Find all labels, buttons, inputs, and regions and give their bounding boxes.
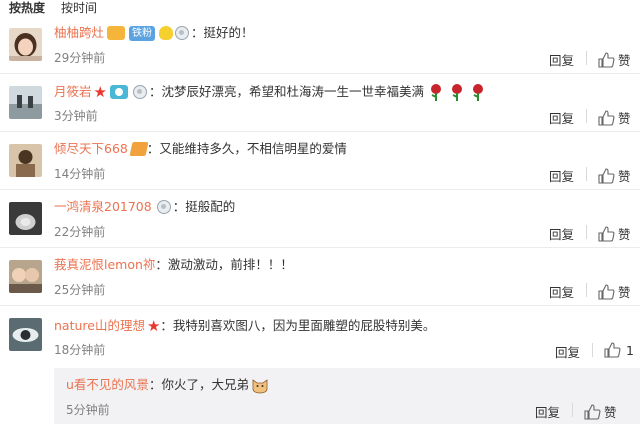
tab-time[interactable]: 按时间 bbox=[61, 2, 97, 14]
avatar[interactable] bbox=[9, 28, 42, 61]
cat-emoji-icon bbox=[251, 376, 269, 394]
medal-icon bbox=[156, 200, 171, 214]
thumbs-up-icon bbox=[584, 403, 601, 420]
comment-item: 倾尽天下668 ：又能维持多久，不相信明星的爱情 14分钟前 回复 赞 bbox=[0, 132, 640, 190]
divider bbox=[586, 225, 587, 239]
comment-text: ：激动激动，前排！！！ bbox=[155, 257, 293, 272]
like-button[interactable]: 赞 bbox=[584, 402, 617, 421]
comment-username[interactable]: 月筱岩 bbox=[54, 84, 92, 100]
rose-emoji-icon bbox=[448, 83, 466, 101]
avatar[interactable] bbox=[9, 86, 42, 119]
rose-emoji-icon bbox=[427, 83, 445, 101]
comment-time: 25分钟前 bbox=[54, 283, 106, 297]
reply-button[interactable]: 回复 bbox=[549, 282, 574, 301]
tab-hot[interactable]: 按热度 bbox=[9, 2, 45, 14]
comment-username[interactable]: 柚柚跨灶 bbox=[54, 25, 104, 41]
subreply-time: 5分钟前 bbox=[66, 403, 110, 417]
like-label: 赞 bbox=[604, 405, 617, 420]
divider bbox=[592, 343, 593, 357]
comment-username[interactable]: 莪真泥恨lemon祢 bbox=[54, 257, 155, 273]
like-button[interactable]: 赞 bbox=[598, 166, 631, 185]
thumbs-up-icon bbox=[598, 225, 615, 242]
star-badge-icon: ★ bbox=[93, 83, 107, 101]
divider bbox=[586, 283, 587, 297]
sort-tabs: 按热度 按时间 bbox=[0, 0, 640, 16]
comment-username[interactable]: 一鸿清泉201708 bbox=[54, 199, 152, 215]
reply-button[interactable]: 回复 bbox=[549, 108, 574, 127]
comment-time: 29分钟前 bbox=[54, 51, 106, 65]
duck-icon bbox=[159, 26, 174, 40]
like-button[interactable]: 赞 bbox=[598, 108, 631, 127]
comment-item: 月筱岩 ★ ：沈梦辰好漂亮，希望和杜海涛一生一世幸福美满 3分钟前 回复 赞 bbox=[0, 74, 640, 132]
like-label: 赞 bbox=[618, 169, 631, 184]
divider bbox=[572, 403, 573, 417]
crown-badge-icon bbox=[107, 26, 126, 40]
divider bbox=[586, 109, 587, 123]
avatar[interactable] bbox=[9, 260, 42, 293]
camera-badge-icon bbox=[109, 85, 128, 99]
flag-badge-icon bbox=[129, 142, 149, 156]
comment-item: 一鸿清泉201708 ：挺般配的 22分钟前 回复 赞 bbox=[0, 190, 640, 248]
reply-button[interactable]: 回复 bbox=[549, 166, 574, 185]
subreply-username[interactable]: u看不见的风景 bbox=[66, 377, 149, 393]
like-button[interactable]: 赞 bbox=[598, 224, 631, 243]
comment-text: ：挺好的！ bbox=[191, 25, 254, 40]
reply-button[interactable]: 回复 bbox=[549, 50, 574, 69]
like-button[interactable]: 赞 bbox=[598, 50, 631, 69]
comment-item: 柚柚跨灶 铁粉 ：挺好的！ 29分钟前 回复 赞 bbox=[0, 16, 640, 74]
reply-button[interactable]: 回复 bbox=[555, 342, 580, 361]
star-badge-icon: ★ bbox=[146, 317, 161, 335]
tiefen-badge: 铁粉 bbox=[129, 25, 156, 41]
subreply-text: ：你火了，大兄弟 bbox=[148, 377, 249, 392]
reply-button[interactable]: 回复 bbox=[535, 402, 560, 421]
like-label: 赞 bbox=[618, 111, 631, 126]
thumbs-up-icon bbox=[598, 51, 615, 68]
comment-text: ：又能维持多久，不相信明星的爱情 bbox=[146, 141, 347, 156]
sub-reply: u看不见的风景 ：你火了，大兄弟 5分钟前 回复 赞 bbox=[54, 368, 640, 424]
reply-button[interactable]: 回复 bbox=[549, 224, 574, 243]
thumbs-up-icon bbox=[598, 167, 615, 184]
thumbs-up-icon bbox=[598, 109, 615, 126]
comment-time: 22分钟前 bbox=[54, 225, 106, 239]
avatar[interactable] bbox=[9, 318, 42, 351]
avatar[interactable] bbox=[9, 202, 42, 235]
like-label: 赞 bbox=[618, 227, 631, 242]
medal-icon bbox=[132, 85, 147, 99]
avatar[interactable] bbox=[9, 144, 42, 177]
comment-text: ：挺般配的 bbox=[172, 199, 236, 214]
comment-username[interactable]: 倾尽天下668 bbox=[54, 141, 128, 157]
comment-time: 18分钟前 bbox=[54, 343, 106, 357]
comment-time: 3分钟前 bbox=[54, 109, 98, 123]
comment-item: 莪真泥恨lemon祢 ：激动激动，前排！！！ 25分钟前 回复 赞 bbox=[0, 248, 640, 306]
like-button[interactable]: 1 bbox=[604, 342, 634, 358]
like-count: 1 bbox=[626, 342, 634, 358]
thumbs-up-icon bbox=[604, 342, 621, 358]
comment-text: ：沈梦辰好漂亮，希望和杜海涛一生一世幸福美满 bbox=[148, 84, 424, 99]
rose-emoji-icon bbox=[469, 83, 487, 101]
comment-text: ：我特别喜欢图八，因为里面雕塑的屁股特别美。 bbox=[160, 318, 436, 333]
comment-time: 14分钟前 bbox=[54, 167, 106, 181]
divider bbox=[586, 51, 587, 65]
like-label: 赞 bbox=[618, 285, 631, 300]
comment-username[interactable]: nature山的理想 bbox=[54, 318, 145, 334]
thumbs-up-icon bbox=[598, 283, 615, 300]
medal-icon bbox=[175, 26, 190, 40]
divider bbox=[586, 167, 587, 181]
like-label: 赞 bbox=[618, 53, 631, 68]
like-button[interactable]: 赞 bbox=[598, 282, 631, 301]
